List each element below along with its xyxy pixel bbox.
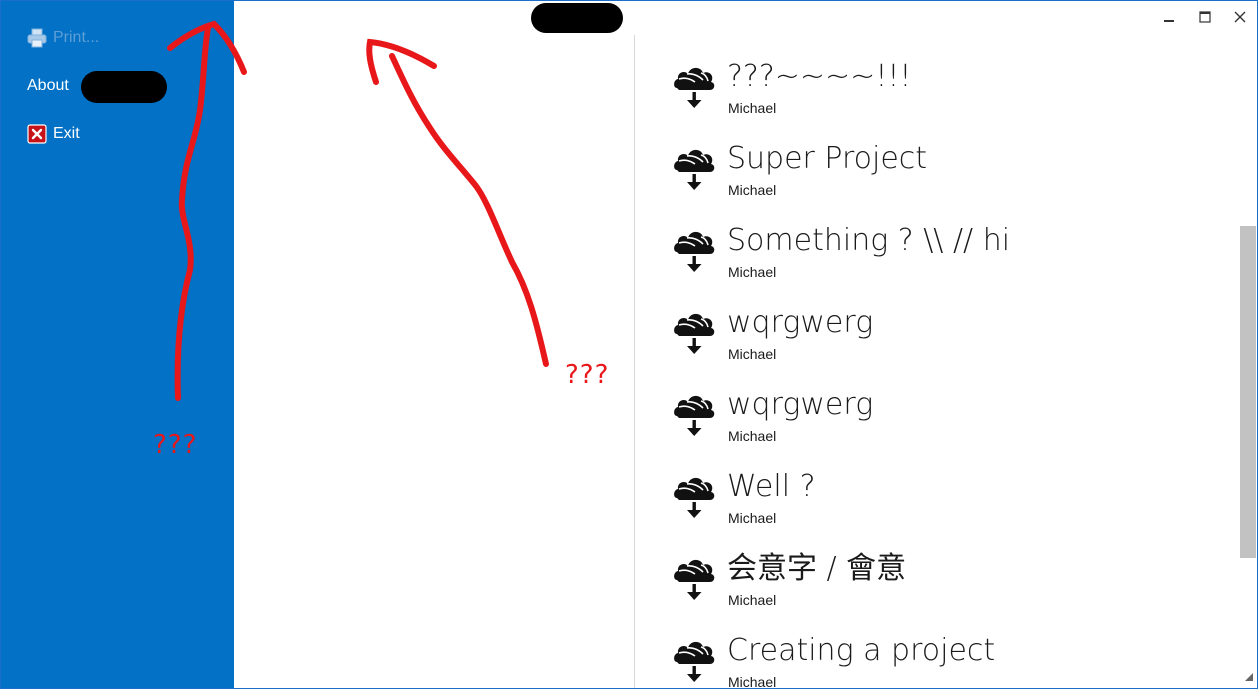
minimize-icon xyxy=(1164,20,1174,22)
maximize-button[interactable] xyxy=(1190,5,1220,29)
panel-divider xyxy=(634,35,635,688)
project-title: wqrgwerg xyxy=(727,305,874,340)
about-menu-item[interactable]: About xyxy=(27,74,69,98)
vertical-scrollbar-thumb[interactable] xyxy=(1240,226,1256,558)
project-title: ???~~~~!!! xyxy=(727,59,912,94)
project-owner: Michael xyxy=(728,428,777,444)
cloud-download-icon xyxy=(674,231,715,272)
exit-label: Exit xyxy=(53,125,80,142)
redacted-title xyxy=(531,3,623,33)
print-label: Print... xyxy=(53,29,100,46)
project-item[interactable]: Super Project Michael xyxy=(671,133,1231,203)
project-title: wqrgwerg xyxy=(727,387,874,422)
project-title: Well ? xyxy=(727,469,816,504)
cloud-download-icon xyxy=(674,477,715,518)
annotation-label-left: ??? xyxy=(153,430,198,460)
project-item[interactable]: Something ? \\ // hi Michael xyxy=(671,215,1231,285)
cloud-download-icon xyxy=(674,641,715,682)
project-item[interactable]: Creating a project Michael xyxy=(671,625,1231,689)
project-owner: Michael xyxy=(728,264,777,280)
project-owner: Michael xyxy=(728,100,777,116)
project-owner: Michael xyxy=(728,182,777,198)
close-button[interactable] xyxy=(1225,5,1255,29)
project-title: 会意字 / 會意 xyxy=(727,551,907,586)
project-item[interactable]: ???~~~~!!! Michael xyxy=(671,51,1231,121)
close-icon xyxy=(1234,11,1246,23)
redaction-mark xyxy=(81,71,167,103)
project-title: Super Project xyxy=(727,141,928,176)
cloud-download-icon xyxy=(674,149,715,190)
cloud-download-icon xyxy=(674,67,715,108)
maximize-icon xyxy=(1199,11,1211,23)
print-menu-item[interactable]: Print... xyxy=(27,26,99,50)
exit-menu-item[interactable]: Exit xyxy=(27,122,80,146)
annotation-label-right: ??? xyxy=(565,360,610,390)
project-item[interactable]: wqrgwerg Michael xyxy=(671,297,1231,367)
cloud-download-icon xyxy=(674,395,715,436)
cloud-download-icon xyxy=(674,559,715,600)
project-item[interactable]: 会意字 / 會意 Michael xyxy=(671,543,1231,613)
about-label: About xyxy=(27,77,69,94)
project-item[interactable]: Well ? Michael xyxy=(671,461,1231,531)
project-owner: Michael xyxy=(728,674,777,689)
project-owner: Michael xyxy=(728,346,777,362)
minimize-button[interactable] xyxy=(1154,5,1184,29)
project-list: ???~~~~!!! Michael Super Project Michael… xyxy=(671,51,1226,688)
resize-grip-icon[interactable] xyxy=(1241,669,1255,683)
app-window: Print... About Exit ???~~~~!!! Michael S… xyxy=(0,0,1258,689)
backstage-sidebar: Print... About Exit xyxy=(1,1,234,688)
project-title: Something ? \\ // hi xyxy=(727,223,1011,258)
cloud-download-icon xyxy=(674,313,715,354)
project-title: Creating a project xyxy=(727,633,996,668)
project-item[interactable]: wqrgwerg Michael xyxy=(671,379,1231,449)
printer-icon xyxy=(27,28,47,48)
project-owner: Michael xyxy=(728,510,777,526)
project-owner: Michael xyxy=(728,592,777,608)
close-x-icon xyxy=(27,124,47,144)
